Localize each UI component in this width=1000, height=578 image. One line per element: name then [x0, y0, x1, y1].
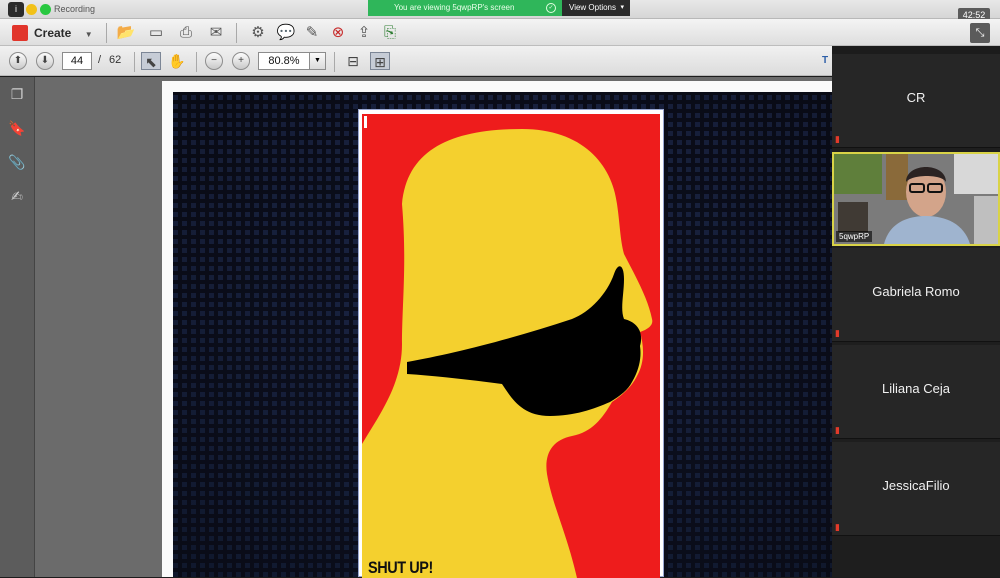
- zoom-out-button[interactable]: −: [205, 52, 223, 70]
- zoom-level-input[interactable]: 80.8%: [258, 52, 310, 70]
- participant-tile[interactable]: JessicaFilio ▮: [832, 442, 1000, 536]
- comment-icon[interactable]: 💬: [276, 23, 296, 43]
- signature-icon[interactable]: ✍: [8, 187, 26, 205]
- expand-icon[interactable]: ⤡: [970, 23, 990, 43]
- select-tool-icon[interactable]: ⬉: [141, 52, 161, 70]
- bookmark-icon[interactable]: 🔖: [8, 119, 26, 137]
- close-icon[interactable]: ✓: [546, 3, 556, 13]
- next-page-button[interactable]: ⬇: [36, 52, 54, 70]
- recording-indicator-icon: [26, 4, 37, 15]
- fit-page-icon[interactable]: ⊟: [343, 52, 363, 70]
- participant-tile[interactable]: Gabriela Romo ▮: [832, 248, 1000, 342]
- email-icon[interactable]: ✉: [206, 23, 226, 43]
- toolbar-divider: [134, 52, 135, 72]
- poster-mark: [364, 116, 367, 128]
- muted-mic-icon: ▮: [835, 522, 840, 532]
- page-separator: /: [98, 54, 102, 66]
- attachment-icon[interactable]: 📎: [8, 153, 26, 171]
- page-number-input[interactable]: 44: [62, 52, 92, 70]
- muted-mic-icon: ▮: [835, 425, 840, 435]
- chevron-down-icon: ▼: [84, 30, 93, 39]
- print-icon[interactable]: ⎙: [176, 23, 196, 43]
- poster-image: SHUT UP!: [358, 109, 664, 578]
- document-viewer[interactable]: SHUT UP!: [35, 77, 868, 578]
- gear-icon[interactable]: ⚙: [248, 23, 268, 43]
- participant-name: Liliana Ceja: [882, 381, 950, 396]
- folder-open-icon[interactable]: 📂: [116, 23, 136, 43]
- view-options-button[interactable]: View Options ▾: [562, 0, 630, 16]
- save-icon[interactable]: ▭: [146, 23, 166, 43]
- participant-tile[interactable]: CR ▮: [832, 54, 1000, 148]
- create-button[interactable]: Create ▼: [10, 23, 99, 43]
- hand-tool-icon[interactable]: ✋: [167, 52, 187, 70]
- pdf-page: SHUT UP!: [162, 81, 846, 578]
- page-total: 62: [109, 54, 122, 66]
- main-toolbar: Create ▼ 📂 ▭ ⎙ ✉ ⚙ 💬 ✎ ⊗ ⇪ ⎘: [0, 19, 1000, 46]
- link-icon[interactable]: ⊗: [328, 23, 348, 43]
- participant-name: 5qwpRP: [836, 231, 873, 242]
- top-bar: i Recording You are viewing 5qwpRP's scr…: [0, 0, 1000, 22]
- toolbar-divider: [106, 23, 107, 43]
- zoom-in-button[interactable]: +: [232, 52, 250, 70]
- tools-label[interactable]: T: [822, 55, 828, 66]
- fit-width-icon[interactable]: ⊞: [370, 52, 390, 70]
- toolbar-divider: [334, 52, 335, 72]
- view-options-label: View Options: [569, 3, 616, 12]
- toolbar-divider: [196, 52, 197, 72]
- silhouette-illustration: [362, 116, 653, 578]
- chevron-down-icon[interactable]: ▼: [310, 52, 326, 70]
- navigation-toolbar: ⬆ ⬇ 44 / 62 ⬉ ✋ − + 80.8% ▼ ⊟ ⊞ T: [0, 46, 832, 76]
- create-label: Create: [34, 26, 72, 40]
- participant-name: JessicaFilio: [882, 478, 950, 493]
- sign-icon[interactable]: ✎: [302, 23, 322, 43]
- poster-background: SHUT UP!: [362, 114, 660, 578]
- muted-mic-icon: ▮: [835, 134, 840, 144]
- toolbar-divider: [236, 23, 237, 43]
- pages-icon[interactable]: ❐: [8, 85, 26, 103]
- export-icon[interactable]: ⇪: [354, 23, 374, 43]
- window-zoom-icon[interactable]: [40, 4, 51, 15]
- screen-share-banner: You are viewing 5qwpRP's screen ✓: [368, 0, 562, 16]
- create-pdf-icon: [12, 25, 28, 41]
- info-icon[interactable]: i: [8, 2, 24, 17]
- side-navigation: ❐ 🔖 📎 ✍: [0, 77, 35, 577]
- participant-video-tile[interactable]: 5qwpRP: [832, 152, 1000, 246]
- previous-page-button[interactable]: ⬆: [9, 52, 27, 70]
- more-icon[interactable]: ⎘: [380, 23, 400, 43]
- recording-label: Recording: [54, 4, 96, 14]
- share-banner-text: You are viewing 5qwpRP's screen: [394, 3, 515, 12]
- page-artwork: SHUT UP!: [173, 92, 835, 578]
- chevron-down-icon: ▾: [620, 4, 624, 11]
- participant-name: CR: [906, 90, 926, 105]
- muted-mic-icon: ▮: [835, 328, 840, 338]
- poster-title: SHUT UP!: [368, 558, 433, 577]
- participant-name: Gabriela Romo: [872, 284, 960, 299]
- participant-tile[interactable]: Liliana Ceja ▮: [832, 345, 1000, 439]
- participants-panel: CR ▮ 5qwpRP Gabriela Romo ▮ Liliana Ceja…: [832, 54, 1000, 577]
